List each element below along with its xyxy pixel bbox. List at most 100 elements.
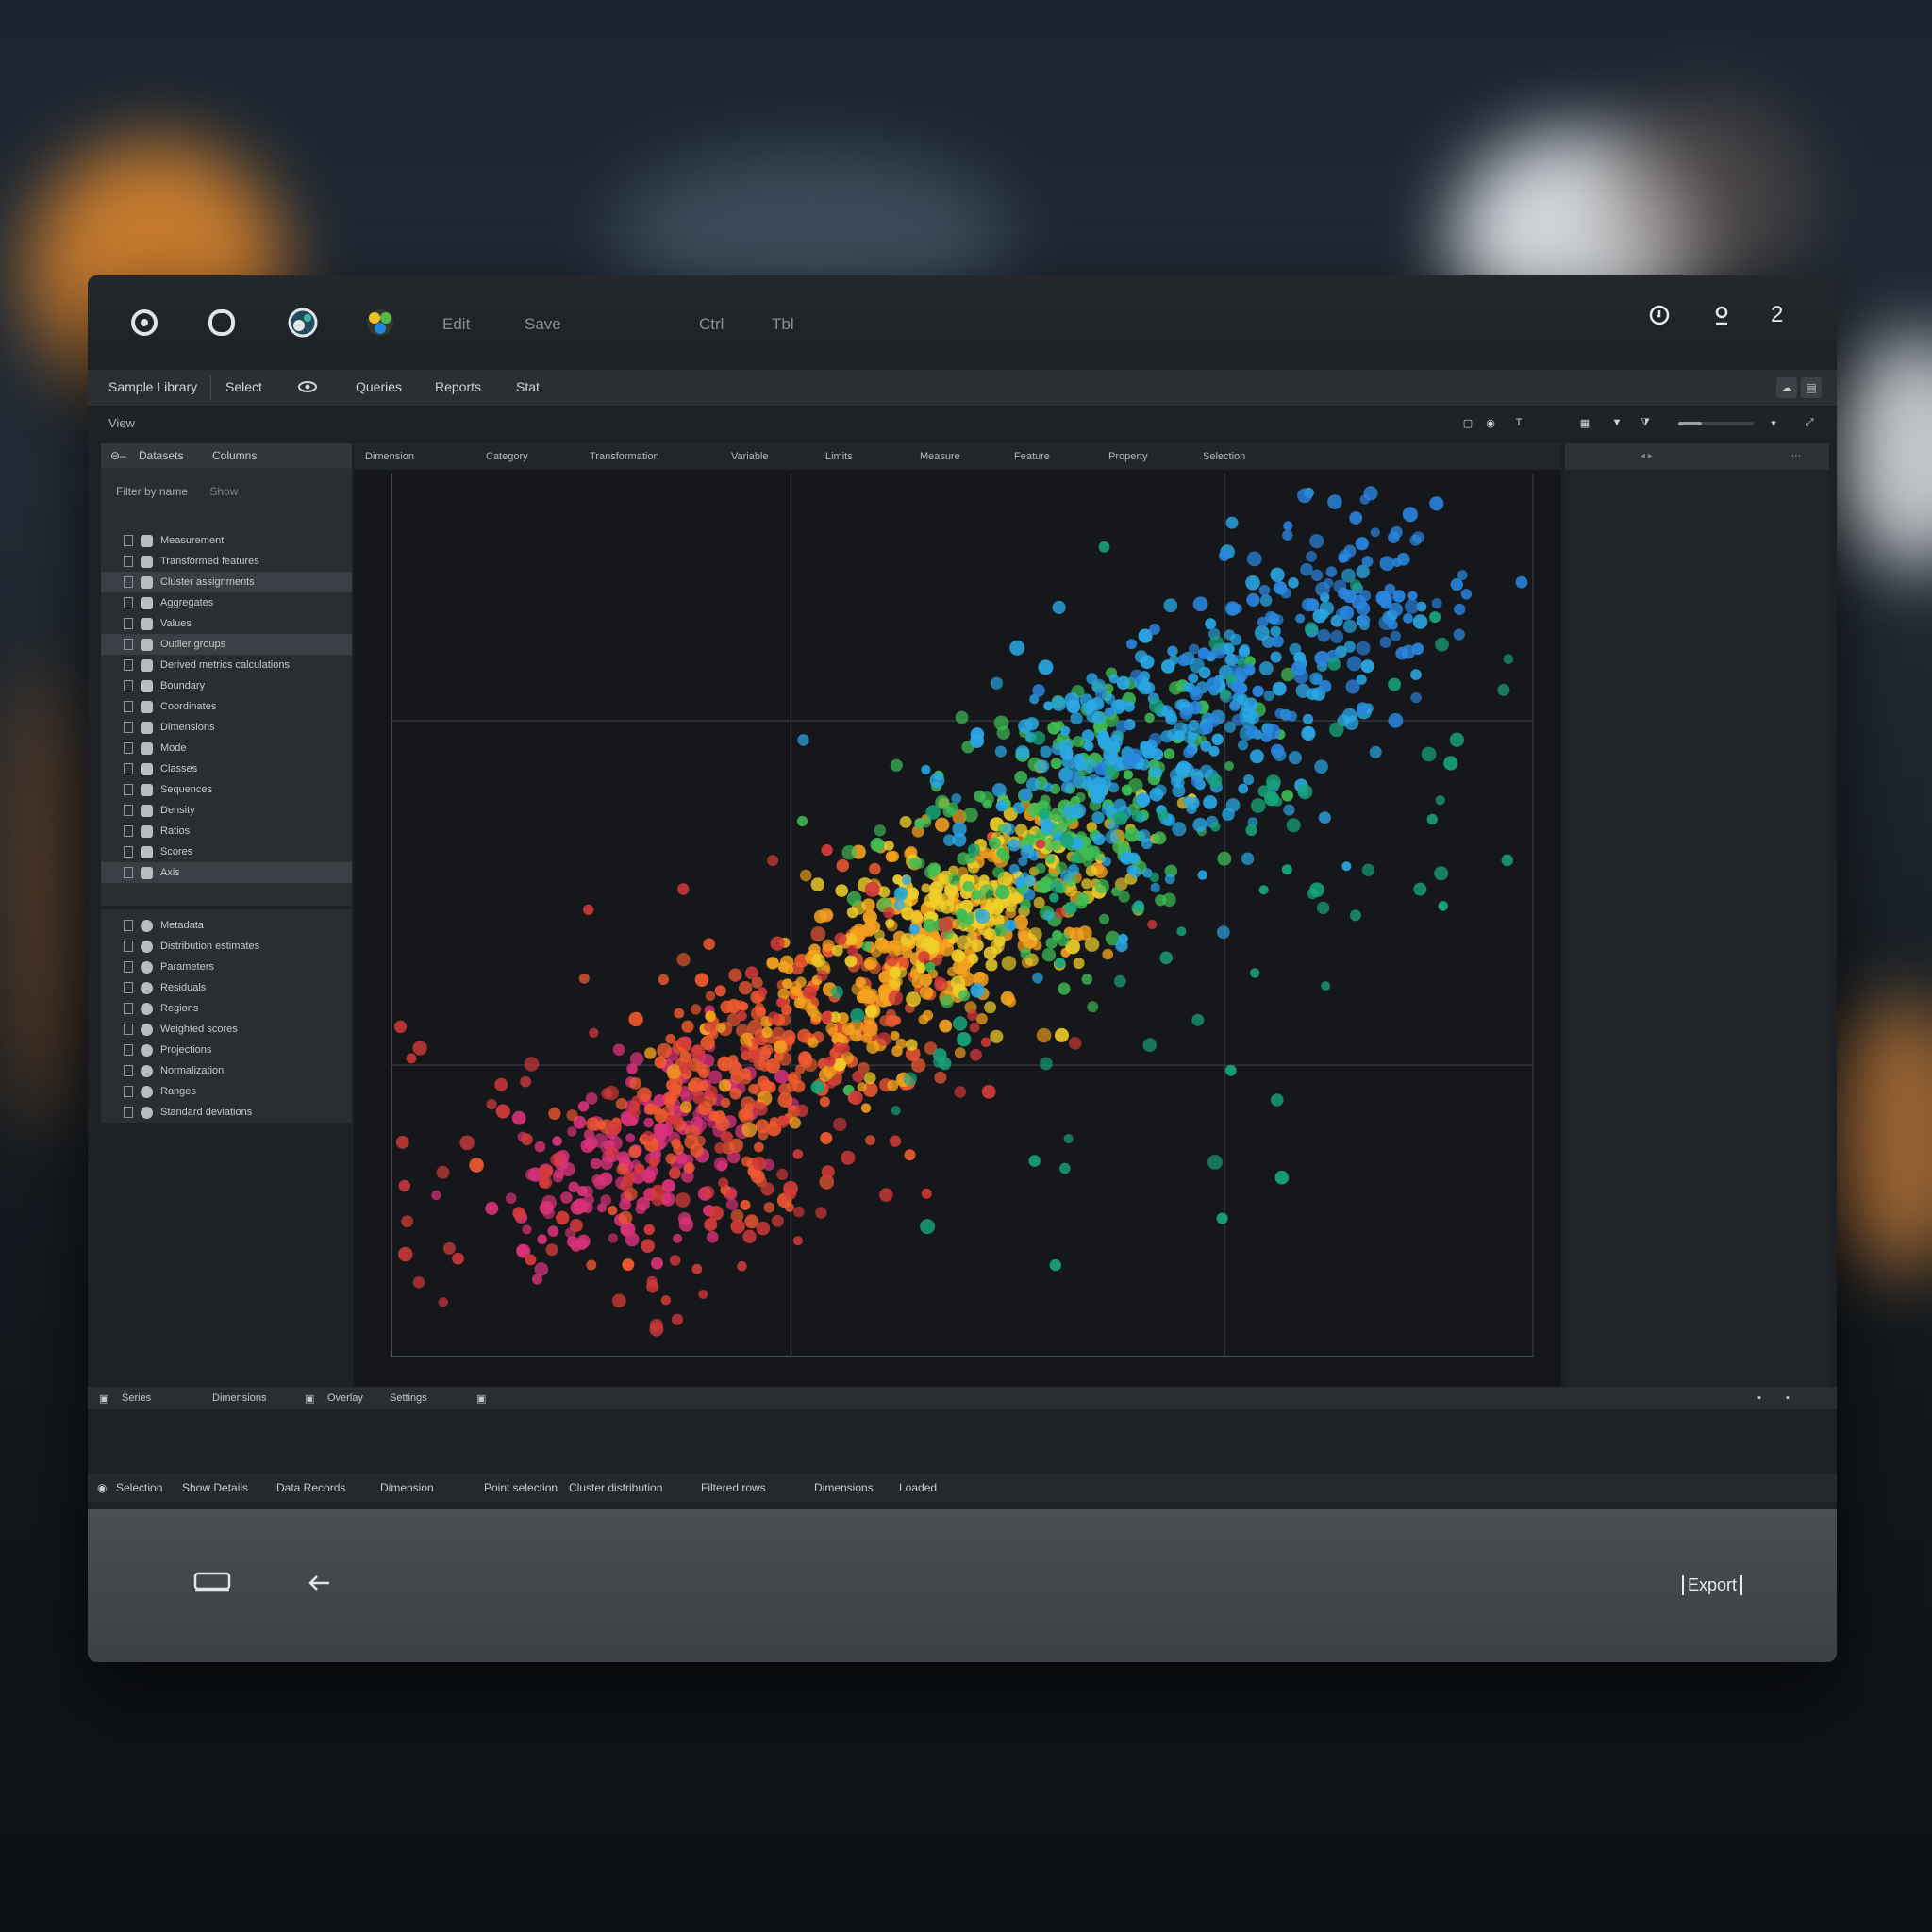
- scatter-point[interactable]: [591, 1174, 603, 1186]
- scatter-point[interactable]: [1183, 746, 1195, 758]
- checkbox[interactable]: [124, 941, 133, 952]
- scatter-point[interactable]: [1081, 974, 1093, 985]
- scatter-point[interactable]: [893, 899, 906, 910]
- scatter-point[interactable]: [1149, 766, 1162, 778]
- target-icon[interactable]: [125, 304, 163, 341]
- scatter-point[interactable]: [590, 1158, 602, 1170]
- scatter-point[interactable]: [1257, 785, 1271, 798]
- scatter-point[interactable]: [1052, 600, 1066, 614]
- scatter-point[interactable]: [774, 1051, 784, 1062]
- scatter-point[interactable]: [1051, 696, 1067, 711]
- scatter-point[interactable]: [1317, 628, 1331, 642]
- scatter-point[interactable]: [775, 997, 787, 1008]
- scatter-point[interactable]: [1349, 511, 1363, 525]
- checkbox[interactable]: [124, 1024, 133, 1035]
- scatter-point[interactable]: [1081, 878, 1092, 890]
- scatter-point[interactable]: [1271, 1093, 1284, 1107]
- scatter-point[interactable]: [1070, 773, 1084, 788]
- scatter-point[interactable]: [1015, 745, 1030, 760]
- scatter-point[interactable]: [889, 976, 901, 989]
- scatter-point[interactable]: [886, 1008, 896, 1020]
- info-item[interactable]: Filtered rows: [701, 1481, 766, 1494]
- scatter-point[interactable]: [957, 913, 972, 928]
- scatter-point[interactable]: [927, 862, 941, 876]
- scatter-point[interactable]: [1270, 651, 1282, 663]
- scatter-point[interactable]: [996, 725, 1010, 740]
- sidebar-item[interactable]: Regions: [101, 998, 352, 1019]
- scatter-point[interactable]: [904, 1149, 916, 1161]
- scatter-point[interactable]: [924, 893, 939, 908]
- scatter-point[interactable]: [1056, 933, 1070, 947]
- scatter-point[interactable]: [681, 1020, 694, 1033]
- sidebar-item[interactable]: Boundary: [101, 675, 352, 696]
- text-tool-icon[interactable]: T: [1512, 416, 1525, 429]
- scatter-point[interactable]: [1165, 712, 1178, 725]
- scatter-point[interactable]: [1075, 892, 1090, 907]
- scatter-point[interactable]: [1208, 649, 1219, 659]
- scatter-point[interactable]: [1087, 1001, 1099, 1013]
- scatter-point[interactable]: [1270, 625, 1281, 637]
- scatter-point[interactable]: [944, 883, 958, 897]
- scatter-point[interactable]: [1225, 673, 1237, 684]
- scatter-point[interactable]: [1059, 833, 1074, 848]
- scatter-point[interactable]: [970, 1048, 982, 1061]
- scatter-point[interactable]: [1163, 598, 1178, 613]
- scatter-point[interactable]: [1051, 742, 1064, 756]
- scatter-point[interactable]: [725, 1198, 739, 1210]
- scatter-point[interactable]: [1300, 562, 1313, 576]
- scatter-point[interactable]: [1503, 654, 1514, 664]
- scatter-point[interactable]: [847, 944, 858, 957]
- scatter-point[interactable]: [1273, 614, 1284, 625]
- scatter-point[interactable]: [691, 1044, 706, 1059]
- scatter-point[interactable]: [1460, 589, 1473, 600]
- scatter-point[interactable]: [459, 1135, 475, 1151]
- scatter-point[interactable]: [815, 1207, 827, 1219]
- scatter-point[interactable]: [1219, 689, 1231, 700]
- checkbox[interactable]: [124, 618, 133, 629]
- circle-icon[interactable]: [203, 304, 241, 341]
- scatter-point[interactable]: [955, 710, 969, 724]
- scatter-point[interactable]: [1042, 782, 1054, 792]
- scatter-point[interactable]: [539, 1177, 550, 1189]
- collapse-icon[interactable]: ◂ ▸: [1641, 451, 1653, 461]
- scatter-point[interactable]: [537, 1234, 547, 1244]
- scatter-point[interactable]: [1127, 778, 1143, 793]
- scatter-point[interactable]: [1084, 937, 1100, 952]
- scatter-point[interactable]: [1023, 888, 1036, 901]
- scatter-point[interactable]: [1295, 613, 1306, 624]
- scatter-point[interactable]: [1286, 818, 1301, 833]
- column-header[interactable]: Property: [1108, 451, 1148, 462]
- scatter-point[interactable]: [1020, 948, 1032, 959]
- scatter-point[interactable]: [649, 1322, 664, 1337]
- arrow-down-icon[interactable]: ▾: [1767, 416, 1780, 429]
- sidebar-item[interactable]: Ranges: [101, 1081, 352, 1102]
- scatter-point[interactable]: [1303, 725, 1315, 738]
- scatter-point[interactable]: [627, 1145, 641, 1158]
- scatter-point[interactable]: [1272, 681, 1287, 696]
- checkbox[interactable]: [124, 961, 133, 973]
- checkbox[interactable]: [124, 982, 133, 993]
- scatter-point[interactable]: [1104, 707, 1115, 718]
- checkbox[interactable]: [124, 920, 133, 931]
- scatter-point[interactable]: [1032, 684, 1045, 697]
- scatter-point[interactable]: [1329, 722, 1344, 738]
- scatter-point[interactable]: [1004, 919, 1017, 932]
- scatter-point[interactable]: [545, 1243, 558, 1257]
- scatter-point[interactable]: [1450, 577, 1464, 591]
- scatter-point[interactable]: [935, 817, 950, 832]
- scatter-point[interactable]: [967, 843, 980, 857]
- scatter-point[interactable]: [1083, 858, 1093, 868]
- scatter-point[interactable]: [799, 869, 812, 882]
- scatter-point[interactable]: [707, 1231, 719, 1243]
- scatter-point[interactable]: [1197, 647, 1210, 660]
- scatter-point[interactable]: [885, 954, 899, 967]
- scatter-point[interactable]: [611, 1293, 626, 1308]
- scatter-point[interactable]: [1245, 725, 1259, 739]
- scatter-point[interactable]: [1316, 901, 1330, 915]
- info-item[interactable]: Dimensions: [814, 1481, 874, 1494]
- scatter-point[interactable]: [1370, 527, 1380, 538]
- scatter-point[interactable]: [1304, 622, 1318, 636]
- checkbox[interactable]: [124, 639, 133, 650]
- scatter-point[interactable]: [485, 1201, 499, 1215]
- scatter-point[interactable]: [864, 956, 878, 970]
